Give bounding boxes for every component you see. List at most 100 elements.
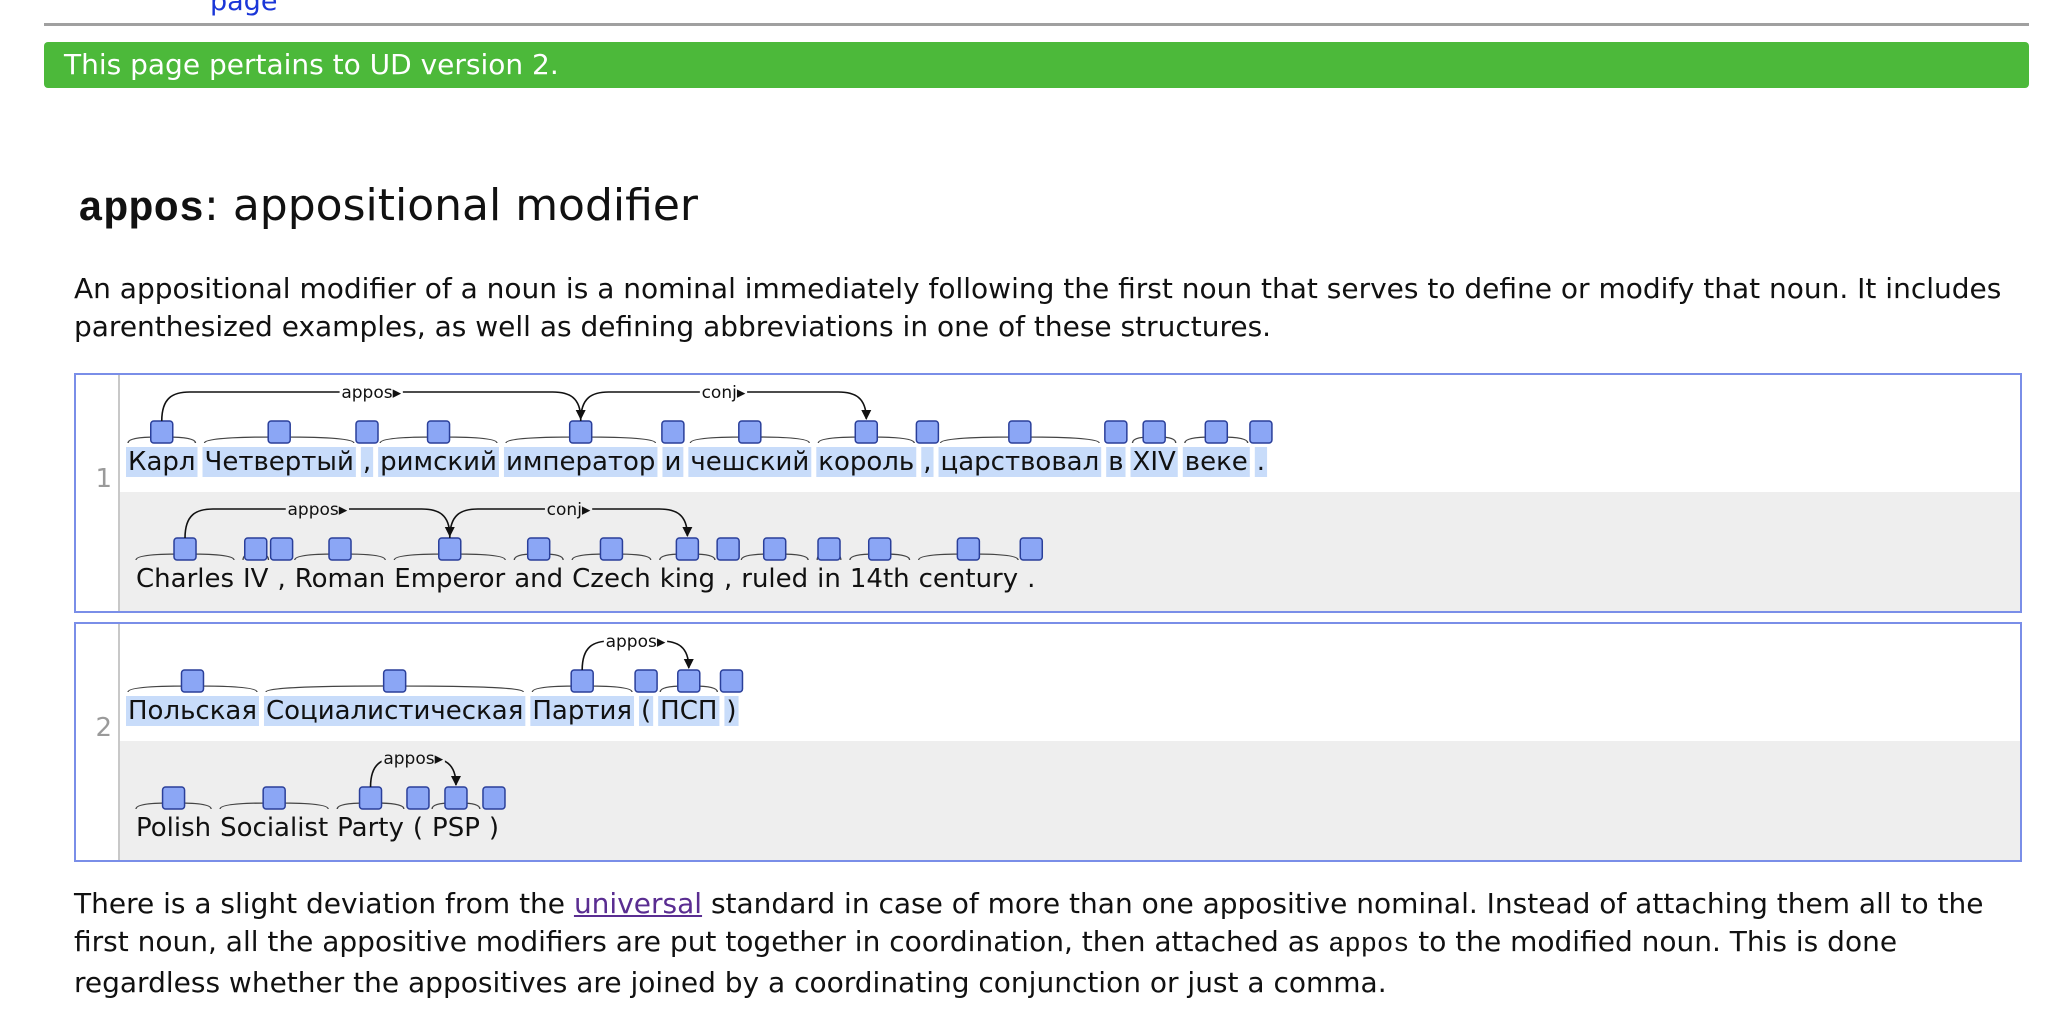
token-word: ,	[363, 447, 371, 477]
translation-sentence: Polish Socialist Party ( PSP) appos▸	[135, 748, 506, 843]
original-sentence: Польская Социалистическая Партия (ПСП) appos…	[126, 631, 744, 726]
token-node[interactable]	[599, 537, 624, 561]
token-node[interactable]	[444, 786, 468, 810]
inline-code: appos	[1328, 930, 1410, 960]
token-node[interactable]	[738, 420, 762, 444]
footer-text: There is a slight deviation from the	[74, 887, 574, 920]
arc-arrowhead	[861, 410, 872, 420]
token-node[interactable]	[438, 537, 462, 561]
token-node[interactable]	[762, 537, 787, 561]
token-node[interactable]	[675, 537, 700, 561]
arc-arrowhead	[450, 776, 461, 786]
token-word: римский	[380, 447, 497, 477]
token-word: веке	[1185, 447, 1248, 477]
sentence-number: 1	[95, 464, 112, 494]
token-word: Czech	[572, 564, 651, 594]
arc-arrowhead	[683, 659, 694, 669]
token-word: ,	[923, 447, 931, 477]
top-page-link[interactable]: page	[210, 0, 277, 17]
original-sentence: Карл Четвертый, римский император и чешский ко…	[126, 382, 1273, 477]
token-node[interactable]	[269, 537, 294, 561]
token-word: XIV	[1133, 447, 1176, 477]
token-node[interactable]	[956, 537, 981, 561]
token-word: Социалистическая	[266, 696, 523, 726]
token-node[interactable]	[661, 420, 685, 444]
token-word: Партия	[532, 696, 632, 726]
token-word: Четвертый	[205, 447, 354, 477]
token-word: и	[664, 447, 681, 477]
token-node[interactable]	[568, 420, 593, 444]
token-word: Карл	[128, 447, 196, 477]
token-node[interactable]	[426, 420, 451, 444]
token-word: Polish	[136, 813, 211, 843]
token-node[interactable]	[406, 786, 430, 810]
token-node[interactable]	[382, 669, 407, 693]
token-word: .	[1257, 447, 1265, 477]
token-node[interactable]	[526, 537, 551, 561]
arc-label: conj▸	[702, 383, 746, 403]
token-word: Emperor	[394, 564, 505, 594]
token-word: ПСП	[660, 696, 717, 726]
token-node[interactable]	[570, 669, 594, 693]
token-node[interactable]	[355, 420, 379, 444]
token-node[interactable]	[719, 669, 744, 693]
token-node[interactable]	[817, 537, 841, 561]
token-word: PSP	[432, 813, 480, 843]
intro-paragraph: An appositional modifier of a noun is a …	[74, 272, 2002, 343]
example-1: 1 Карл Четвертый, римский император и чешский…	[74, 373, 2022, 613]
arc-arrowhead	[682, 527, 693, 537]
token-node[interactable]	[854, 420, 879, 444]
token-node[interactable]	[1104, 420, 1128, 444]
token-word: Charles	[136, 564, 234, 594]
arc-label: appos▸	[606, 632, 666, 652]
token-node[interactable]	[915, 420, 940, 444]
token-word: ,	[277, 564, 285, 594]
token-word: в	[1108, 447, 1123, 477]
token-word: )	[489, 813, 499, 843]
token-word: 14th	[850, 564, 910, 594]
token-word: Party	[337, 813, 404, 843]
token-node[interactable]	[1142, 420, 1166, 444]
token-node[interactable]	[1008, 420, 1032, 444]
page-title: appos: appositional modifier	[78, 178, 698, 237]
token-word: century	[919, 564, 1019, 594]
top-rule	[44, 23, 2029, 26]
token-word: and	[514, 564, 563, 594]
token-word: (	[641, 696, 651, 726]
token-node[interactable]	[161, 786, 186, 810]
title-relation-code: appos	[78, 185, 205, 233]
title-description: : appositional modifier	[204, 180, 698, 231]
token-node[interactable]	[328, 537, 352, 561]
token-word: in	[817, 564, 841, 594]
sentence-number: 2	[95, 713, 112, 743]
token-word: император	[506, 447, 656, 477]
token-node[interactable]	[716, 537, 740, 561]
token-node[interactable]	[1019, 537, 1044, 561]
token-node[interactable]	[677, 669, 701, 693]
token-node[interactable]	[358, 786, 383, 810]
token-node[interactable]	[267, 420, 291, 444]
token-node[interactable]	[1204, 420, 1229, 444]
token-node[interactable]	[1249, 420, 1273, 444]
arc-label: conj▸	[547, 500, 591, 520]
token-word: Socialist	[220, 813, 328, 843]
token-word: царствовал	[941, 447, 1100, 477]
token-word: король	[818, 447, 914, 477]
universal-link[interactable]: universal	[574, 887, 702, 920]
token-node[interactable]	[262, 786, 286, 810]
arc-label: appos▸	[383, 749, 443, 769]
token-node[interactable]	[173, 537, 197, 561]
token-word: чешский	[690, 447, 809, 477]
token-word: IV	[243, 564, 269, 594]
token-node[interactable]	[482, 786, 506, 810]
token-word: .	[1027, 564, 1035, 594]
example-2: 2 Польская Социалистическая Партия (ПСП) app…	[74, 622, 2022, 862]
token-node[interactable]	[634, 669, 658, 693]
token-node[interactable]	[180, 669, 205, 693]
token-node[interactable]	[867, 537, 892, 561]
token-word: (	[413, 813, 423, 843]
token-node[interactable]	[150, 420, 174, 444]
token-node[interactable]	[243, 537, 268, 561]
token-word: ruled	[741, 564, 808, 594]
version-banner: This page pertains to UD version 2.	[44, 42, 2029, 88]
